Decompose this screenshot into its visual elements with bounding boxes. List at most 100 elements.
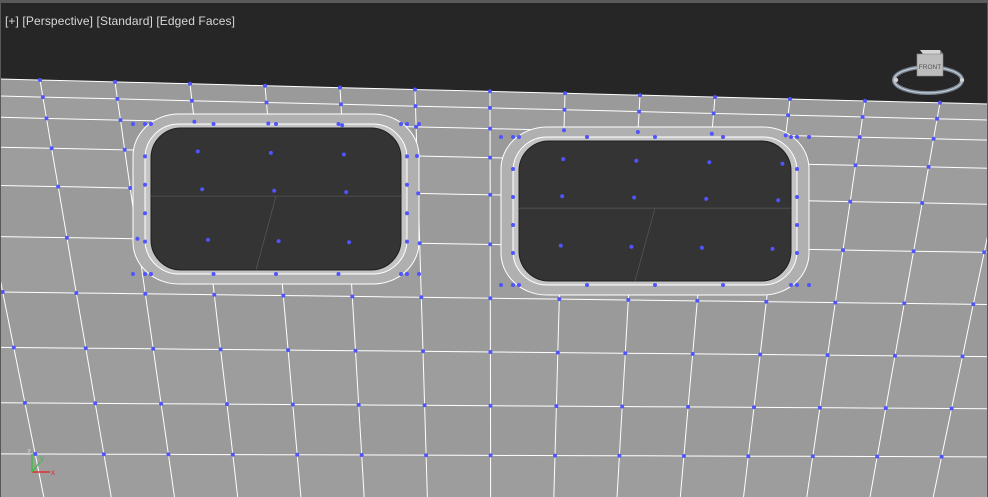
- mesh-vertex: [713, 95, 717, 100]
- mesh-vertex: [875, 454, 880, 459]
- mesh-band: [0, 347, 988, 409]
- mesh-opening-right-vertex: [721, 283, 725, 287]
- mesh-vertex: [488, 192, 493, 197]
- mesh-vertex: [931, 136, 936, 141]
- mesh-vertex: [268, 150, 273, 155]
- mesh-opening-right-vertex: [795, 167, 799, 171]
- mesh-vertex: [911, 249, 916, 254]
- mesh-vertex: [841, 248, 845, 253]
- axis-tripod: z y x: [20, 446, 64, 480]
- mesh-vertex: [166, 452, 171, 457]
- mesh-vertex: [93, 401, 98, 406]
- mesh-vertex: [419, 295, 424, 300]
- mesh-vertex: [883, 406, 888, 411]
- mesh-vertex: [341, 152, 346, 157]
- mesh-vertex: [810, 454, 815, 459]
- mesh-opening-right: [518, 140, 792, 282]
- mesh-vertex: [488, 242, 493, 247]
- mesh-vertex: [206, 237, 210, 242]
- mesh-vertex: [857, 135, 862, 140]
- mesh-band: [0, 403, 988, 457]
- mesh-opening-left-vertex: [405, 122, 409, 126]
- viewcube-icon: FRONT: [892, 50, 965, 95]
- mesh-vertex: [101, 452, 106, 457]
- mesh-vertex: [626, 297, 631, 302]
- mesh-vertex: [338, 85, 342, 90]
- mesh-vertex: [488, 350, 493, 354]
- mesh-vertex: [780, 161, 785, 166]
- mesh-opening-left-vertex: [405, 239, 409, 244]
- viewport-point-of-view-menu[interactable]: [Perspective]: [22, 14, 93, 28]
- mesh-vertex: [339, 102, 343, 107]
- mesh-vertex: [488, 403, 493, 408]
- mesh-vertex: [638, 93, 642, 98]
- mesh-vertex: [0, 290, 5, 294]
- mesh-vertex: [704, 196, 709, 201]
- mesh-vertex: [424, 453, 429, 458]
- mesh-opening-left-vertex: [143, 122, 147, 126]
- mesh-opening-right-vertex: [585, 135, 589, 139]
- viewport-edged-faces-menu[interactable]: [Edged Faces]: [156, 14, 235, 28]
- mesh-opening-right-vertex: [789, 135, 793, 139]
- mesh-opening-right-vertex: [795, 135, 799, 139]
- mesh-vertex: [562, 107, 567, 112]
- axis-x-label: x: [51, 468, 55, 477]
- perspective-viewport[interactable]: [+] [Perspective] [Standard] [Edged Face…: [0, 0, 988, 497]
- mesh-vertex: [488, 105, 492, 110]
- mesh-vertex: [635, 130, 640, 134]
- mesh-vertex: [22, 400, 27, 405]
- mesh-vertex: [151, 346, 156, 351]
- mesh-vertex: [416, 191, 421, 196]
- mesh-vertex: [960, 354, 965, 359]
- mesh-vertex: [353, 348, 358, 353]
- mesh-vertex: [632, 195, 637, 200]
- mesh-vertex: [637, 109, 642, 114]
- mesh-opening-right-vertex: [511, 195, 515, 199]
- mesh-band: [0, 453, 988, 497]
- viewcube-compass-west[interactable]: [893, 77, 899, 83]
- viewport-general-menu[interactable]: [+]: [5, 14, 19, 28]
- mesh-opening-right-vertex: [795, 283, 799, 287]
- mesh-vertex: [920, 201, 925, 205]
- mesh-vertex: [558, 243, 563, 248]
- mesh-opening-right-vertex: [511, 135, 515, 139]
- mesh-opening-left-vertex: [143, 211, 147, 216]
- mesh-opening-right-vertex: [795, 251, 799, 255]
- mesh-opening-left-vertex: [274, 122, 278, 126]
- mesh-opening-left-vertex: [274, 272, 278, 276]
- mesh-vertex: [272, 188, 277, 193]
- mesh-edge-vertical: [489, 91, 492, 497]
- mesh-vertex: [286, 348, 291, 353]
- mesh-opening-left-vertex: [336, 272, 341, 276]
- mesh-vertex: [340, 123, 345, 128]
- mesh-opening-left-vertex: [143, 272, 147, 276]
- mesh-vertex: [276, 239, 281, 244]
- viewcube[interactable]: FRONT: [890, 42, 970, 102]
- mesh-vertex: [488, 296, 493, 301]
- mesh-opening-right-vertex: [499, 283, 503, 287]
- mesh-vertex: [634, 158, 639, 163]
- axis-z-label: z: [27, 447, 31, 456]
- mesh-vertex: [356, 402, 361, 407]
- mesh-vertex: [347, 240, 352, 245]
- mesh-vertex: [264, 100, 269, 105]
- mesh-vertex: [290, 402, 295, 407]
- mesh-scene[interactable]: [0, 0, 988, 497]
- mesh-vertex: [707, 160, 712, 165]
- mesh-vertex: [686, 404, 691, 409]
- mesh-vertex: [159, 401, 164, 406]
- mesh-vertex: [709, 131, 714, 136]
- mesh-opening-left-vertex: [211, 122, 216, 126]
- mesh-vertex: [553, 453, 557, 458]
- mesh-vertex: [118, 118, 123, 123]
- viewport-shading-standard-menu[interactable]: [Standard]: [97, 14, 153, 28]
- mesh-vertex: [620, 404, 625, 409]
- mesh-vertex: [344, 190, 349, 195]
- mesh-opening-right-vertex: [511, 223, 515, 227]
- mesh-opening-left-vertex: [336, 122, 341, 126]
- mesh-opening-left-vertex: [405, 182, 409, 187]
- mesh-vertex: [629, 244, 634, 249]
- mesh-vertex: [758, 352, 763, 357]
- viewcube-compass-east[interactable]: [959, 77, 965, 83]
- mesh-vertex: [561, 157, 566, 162]
